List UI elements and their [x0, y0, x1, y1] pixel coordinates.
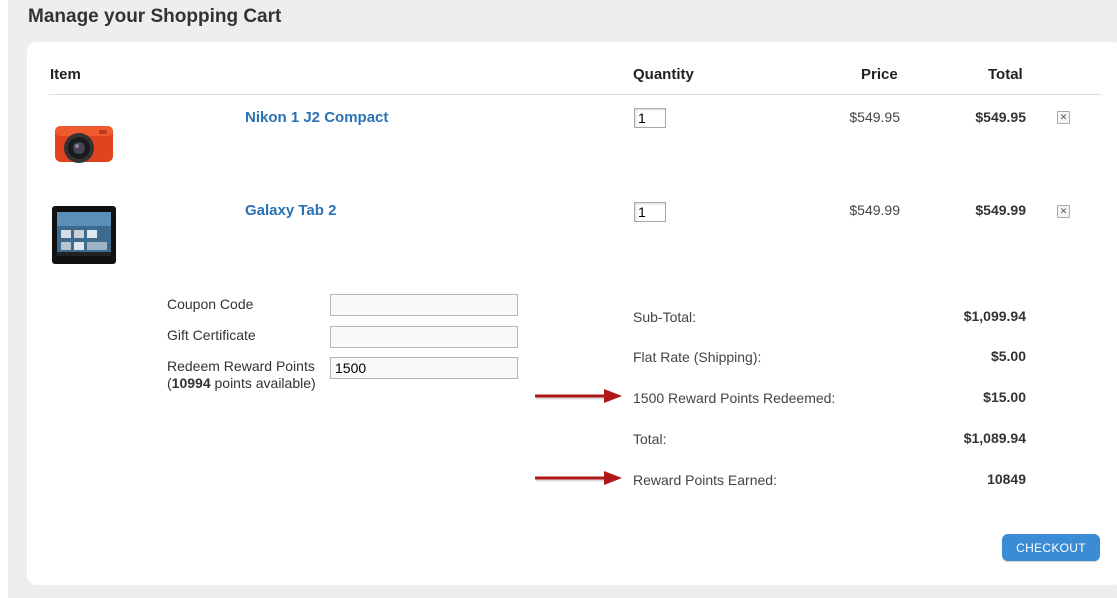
redeemed-label: 1500 Reward Points Redeemed:: [633, 390, 836, 406]
reward-points-label: Redeem Reward Points (10994 points avail…: [167, 358, 316, 392]
header-price: Price: [861, 66, 898, 83]
quantity-input-galaxy[interactable]: [634, 202, 666, 222]
arrow-icon-earned: [532, 469, 624, 489]
remove-galaxy-close-icon[interactable]: ✕: [1057, 205, 1070, 218]
redeemed-value: $15.00: [983, 389, 1026, 405]
arrow-icon-redeemed: [532, 387, 624, 407]
reward-points-input[interactable]: [330, 357, 518, 379]
subtotal-value: $1,099.94: [963, 308, 1026, 324]
points-available-count: 10994: [171, 375, 211, 391]
price-nikon: $549.95: [849, 109, 900, 125]
coupon-input[interactable]: [330, 294, 518, 316]
header-quantity: Quantity: [633, 66, 694, 83]
gift-certificate-input[interactable]: [330, 326, 518, 348]
page-background: Manage your Shopping Cart Item Quantity …: [8, 0, 1117, 598]
subtotal-label: Sub-Total:: [633, 309, 697, 325]
reward-points-label-text: Redeem Reward Points: [167, 358, 315, 374]
header-divider: [49, 94, 1101, 95]
checkout-button[interactable]: CHECKOUT: [1002, 534, 1100, 561]
total-label: Total:: [633, 431, 667, 447]
total-value: $1,089.94: [963, 430, 1026, 446]
product-link-galaxy[interactable]: Galaxy Tab 2: [245, 202, 336, 219]
points-available-text: (10994 points available): [167, 375, 316, 391]
shipping-label: Flat Rate (Shipping):: [633, 349, 762, 365]
price-galaxy: $549.99: [849, 202, 900, 218]
total-nikon: $549.95: [975, 109, 1026, 125]
cart-panel: Item Quantity Price Total Nikon 1 J2 Com…: [27, 42, 1117, 585]
gift-certificate-label: Gift Certificate: [167, 327, 256, 343]
remove-nikon-close-icon[interactable]: ✕: [1057, 111, 1070, 124]
quantity-input-nikon[interactable]: [634, 108, 666, 128]
header-total: Total: [988, 66, 1023, 83]
product-image-camera[interactable]: [49, 112, 119, 170]
coupon-label: Coupon Code: [167, 296, 254, 312]
shipping-value: $5.00: [990, 348, 1026, 364]
product-link-nikon[interactable]: Nikon 1 J2 Compact: [245, 109, 388, 126]
product-image-tablet[interactable]: [49, 204, 119, 266]
earned-value: 10849: [987, 471, 1026, 487]
total-galaxy: $549.99: [975, 202, 1026, 218]
earned-label: Reward Points Earned:: [633, 472, 777, 488]
header-item: Item: [50, 66, 81, 83]
page-title: Manage your Shopping Cart: [28, 6, 282, 27]
